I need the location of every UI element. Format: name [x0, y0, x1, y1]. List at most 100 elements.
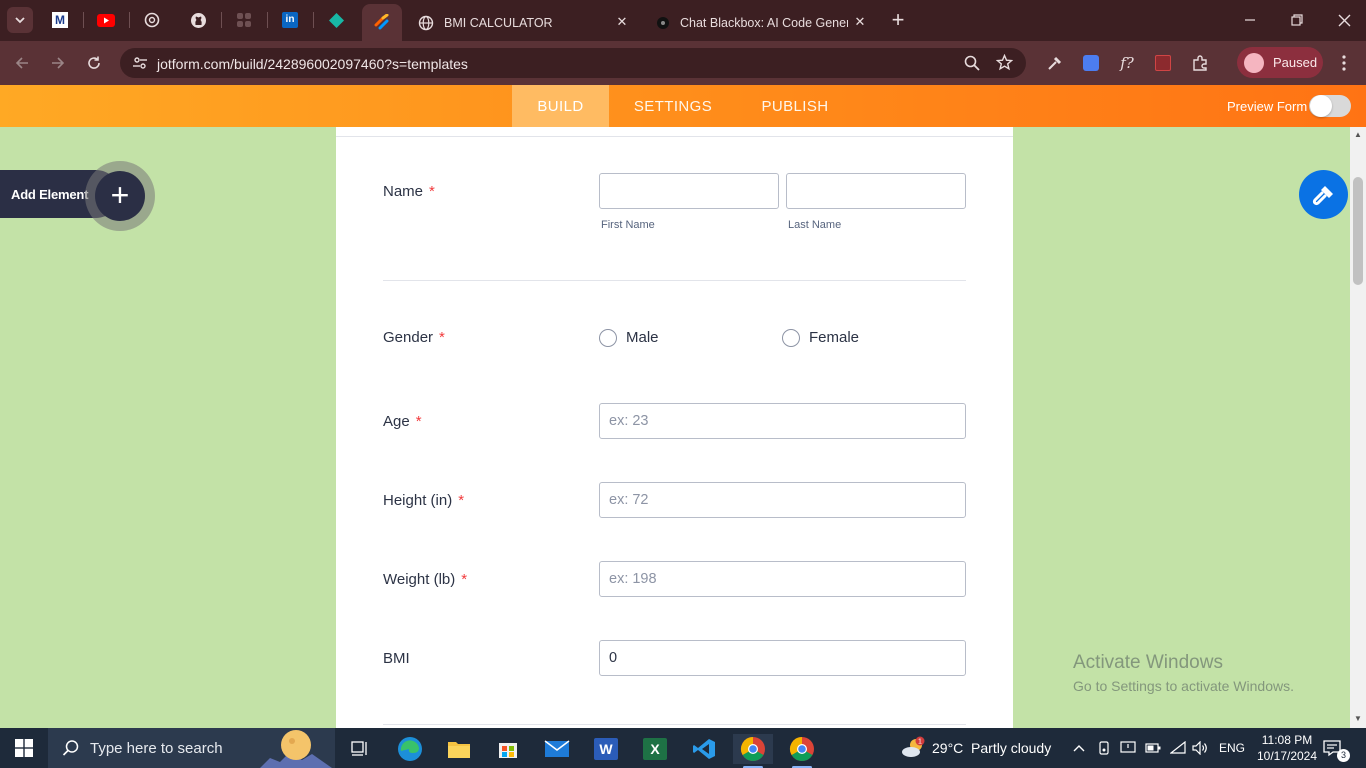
- age-input[interactable]: ex: 23: [599, 403, 966, 439]
- arrow-right-icon: [52, 57, 65, 69]
- tab-settings[interactable]: SETTINGS: [622, 85, 724, 127]
- pinned-tab-grid-app[interactable]: [228, 6, 260, 34]
- forward-button[interactable]: [46, 51, 70, 75]
- language-indicator[interactable]: ENG: [1219, 728, 1245, 768]
- first-name-field[interactable]: [599, 173, 779, 209]
- last-name-field[interactable]: [786, 173, 966, 209]
- bookmark-star-icon[interactable]: [996, 54, 1013, 71]
- pinned-tab-github[interactable]: [182, 6, 214, 34]
- start-button[interactable]: [0, 728, 48, 768]
- back-button[interactable]: [10, 51, 34, 75]
- extension-formula[interactable]: f?: [1115, 51, 1139, 75]
- male-option-label[interactable]: Male: [626, 329, 659, 346]
- question-text: Weight (lb): [383, 571, 456, 588]
- mail-taskbar-icon[interactable]: [537, 734, 577, 764]
- word-taskbar-icon[interactable]: W: [586, 734, 626, 764]
- network-indicator[interactable]: [1170, 728, 1188, 768]
- name-label: Name *: [383, 183, 435, 200]
- add-element-button[interactable]: +: [95, 171, 145, 221]
- tab-build[interactable]: BUILD: [512, 85, 609, 127]
- close-window-button[interactable]: [1330, 8, 1358, 32]
- chrome-profile-taskbar-icon[interactable]: [782, 734, 822, 768]
- close-tab-icon[interactable]: ✕: [852, 14, 868, 30]
- speaker-icon: [1192, 741, 1207, 755]
- reload-button[interactable]: [82, 51, 106, 75]
- vscode-taskbar-icon[interactable]: [684, 734, 724, 764]
- arrow-left-icon: [15, 57, 28, 69]
- close-icon: [1338, 14, 1350, 26]
- bmi-output-field[interactable]: 0: [599, 640, 966, 676]
- watermark-title: Activate Windows: [1073, 652, 1223, 673]
- windows-logo-icon: [15, 739, 33, 757]
- pinned-tab-linkedin[interactable]: in: [274, 6, 306, 34]
- search-highlight-moon-icon: [260, 730, 332, 768]
- task-view-button[interactable]: [340, 734, 380, 764]
- scrollbar-thumb[interactable]: [1353, 177, 1363, 285]
- search-placeholder: Type here to search: [90, 739, 223, 757]
- excel-taskbar-icon[interactable]: X: [635, 734, 675, 764]
- pinned-tab-m[interactable]: M: [44, 6, 76, 34]
- zoom-icon[interactable]: [964, 55, 980, 71]
- chrome-icon: [789, 737, 814, 762]
- reload-icon: [88, 56, 100, 69]
- tab-publish[interactable]: PUBLISH: [750, 85, 840, 127]
- page-scrollbar[interactable]: ▲ ▼: [1350, 127, 1366, 728]
- tab-separator: [313, 12, 314, 28]
- site-settings-icon[interactable]: [132, 55, 148, 71]
- extension-eyedropper[interactable]: [1042, 51, 1066, 75]
- profile-button[interactable]: Paused: [1237, 47, 1323, 78]
- required-asterisk: *: [415, 413, 422, 430]
- question-text: BMI: [383, 650, 410, 667]
- close-tab-icon[interactable]: ✕: [614, 14, 630, 30]
- female-option-label[interactable]: Female: [809, 329, 859, 346]
- chrome-icon: [740, 737, 765, 762]
- browser-menu-button[interactable]: [1332, 51, 1356, 75]
- battery-icon: [1145, 743, 1161, 753]
- question-text: Age: [383, 413, 410, 430]
- scroll-up-arrow[interactable]: ▲: [1353, 130, 1363, 139]
- divider: [336, 136, 1013, 137]
- word-icon: W: [594, 738, 618, 760]
- jotform-icon: [374, 13, 389, 29]
- minimize-button[interactable]: [1236, 8, 1264, 32]
- volume-indicator[interactable]: [1192, 728, 1210, 768]
- pinned-tab-youtube[interactable]: [90, 6, 122, 34]
- weight-input[interactable]: ex: 198: [599, 561, 966, 597]
- tab-bmi-calculator[interactable]: BMI CALCULATOR ✕: [404, 4, 640, 41]
- question-text: Height (in): [383, 492, 453, 509]
- edge-taskbar-icon[interactable]: [390, 734, 430, 764]
- required-asterisk: *: [429, 183, 435, 200]
- show-hidden-icons-button[interactable]: [1073, 728, 1089, 768]
- male-radio[interactable]: [599, 329, 617, 347]
- height-input[interactable]: ex: 72: [599, 482, 966, 518]
- scroll-down-arrow[interactable]: ▼: [1353, 714, 1363, 723]
- taskbar-search-box[interactable]: Type here to search: [48, 728, 335, 768]
- preview-form-toggle[interactable]: [1309, 95, 1351, 117]
- m-logo-icon: M: [52, 12, 68, 28]
- pinned-tab-diamond-app[interactable]: [320, 6, 352, 34]
- new-tab-button[interactable]: +: [886, 7, 910, 32]
- extension-red[interactable]: [1151, 51, 1175, 75]
- battery-indicator[interactable]: [1145, 728, 1163, 768]
- extension-blue[interactable]: [1079, 51, 1103, 75]
- weather-widget[interactable]: 1 29°C Partly cloudy: [900, 728, 1051, 768]
- tab-chat-blackbox[interactable]: Chat Blackbox: AI Code Generat ✕: [642, 4, 878, 41]
- taskbar-clock[interactable]: 11:08 PM 10/17/2024: [1256, 732, 1318, 764]
- gender-label: Gender *: [383, 329, 445, 346]
- pinned-tab-jotform[interactable]: [362, 4, 402, 41]
- store-taskbar-icon[interactable]: [488, 734, 528, 764]
- clock-date: 10/17/2024: [1256, 749, 1318, 763]
- female-radio[interactable]: [782, 329, 800, 347]
- pinned-tab-chatgpt[interactable]: [136, 6, 168, 34]
- tab-search-button[interactable]: [7, 7, 33, 33]
- extensions-menu[interactable]: [1188, 51, 1212, 75]
- chrome-taskbar-icon[interactable]: [733, 734, 773, 768]
- tray-display[interactable]: [1120, 728, 1138, 768]
- address-bar[interactable]: jotform.com/build/242896002097460?s=temp…: [120, 48, 1026, 78]
- required-asterisk: *: [439, 329, 445, 346]
- file-explorer-taskbar-icon[interactable]: [439, 734, 479, 764]
- form-designer-button[interactable]: [1299, 170, 1348, 219]
- notification-center-button[interactable]: 3: [1322, 728, 1352, 768]
- tray-device[interactable]: [1098, 728, 1112, 768]
- restore-button[interactable]: [1283, 8, 1311, 32]
